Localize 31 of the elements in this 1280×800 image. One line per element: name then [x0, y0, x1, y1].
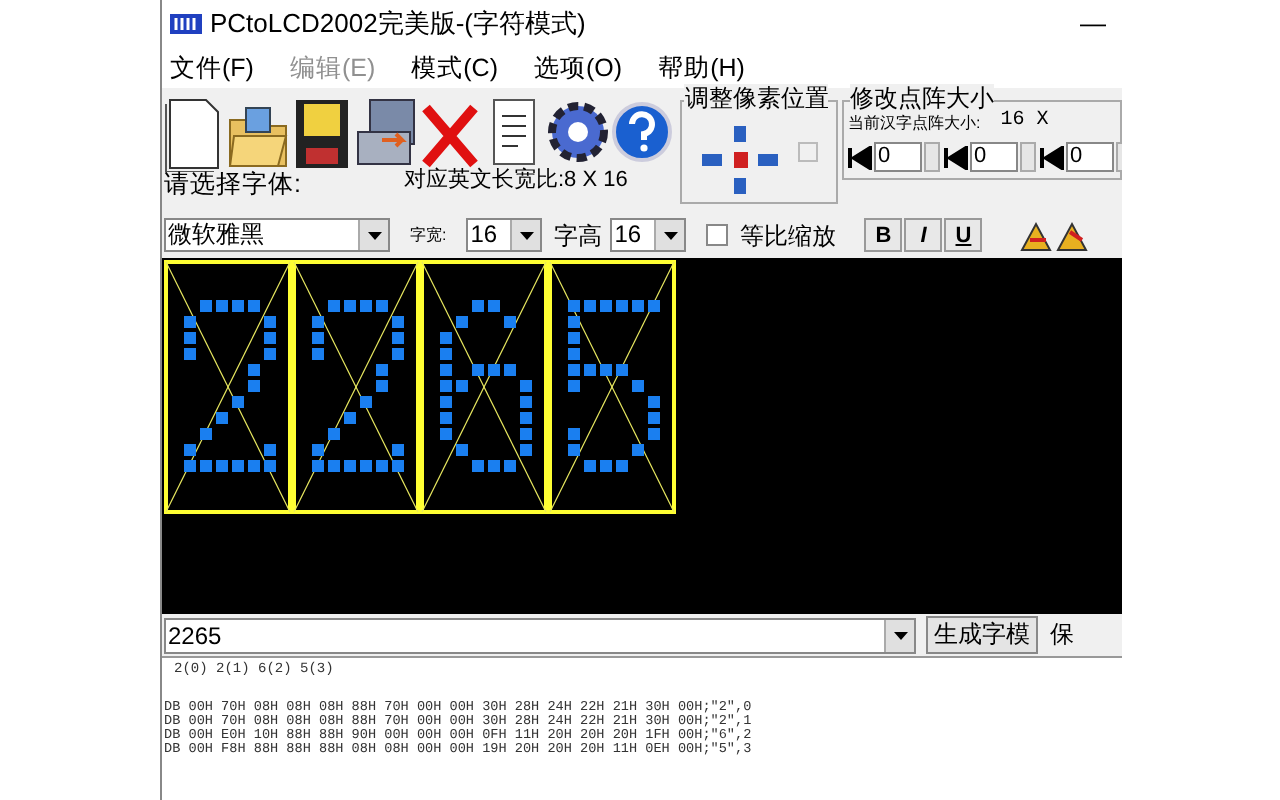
ratio-label: 对应英文长宽比:8 X 16: [404, 168, 628, 192]
text-input-field[interactable]: 2265: [164, 617, 916, 653]
char-height-select[interactable]: 16: [610, 218, 687, 252]
minimize-button[interactable]: —: [1080, 4, 1114, 44]
spinner-field[interactable]: 0: [874, 142, 922, 172]
matrix-size-label: 当前汉字点阵大小:: [848, 113, 981, 131]
char-width-select[interactable]: 16: [466, 218, 543, 252]
font-style-button[interactable]: U: [944, 218, 983, 252]
char-width-label: 字宽:: [410, 223, 447, 247]
menu-item[interactable]: 模式(C): [411, 49, 498, 87]
window-title: PCtoLCD2002完美版-(字符模式): [210, 6, 586, 43]
font-label: 请选择字体:: [164, 170, 303, 198]
group-title: 调整像素位置: [684, 84, 829, 112]
menu-item[interactable]: 帮助(H): [658, 49, 745, 87]
menu-item[interactable]: 文件(F): [170, 49, 254, 87]
align-icon[interactable]: [1040, 145, 1064, 169]
spinner-field[interactable]: 0: [970, 142, 1018, 172]
matrix-size-value: 16 X: [1000, 112, 1049, 132]
spinner-field[interactable]: 0: [1066, 142, 1114, 172]
align-icon[interactable]: [944, 145, 968, 169]
proportional-label: 等比缩放: [740, 219, 837, 253]
font-style-button[interactable]: I: [904, 218, 943, 252]
font-select[interactable]: 微软雅黑: [164, 218, 390, 252]
char-height-label: 字高: [554, 219, 603, 253]
generate-button[interactable]: 生成字模: [926, 616, 1038, 654]
group-title: 修改点阵大小: [850, 84, 994, 112]
proportional-checkbox[interactable]: [706, 224, 729, 246]
app-logo-icon: [170, 10, 202, 38]
font-style-button[interactable]: B: [864, 218, 903, 252]
menu-item[interactable]: 选项(O): [534, 49, 623, 87]
align-icon[interactable]: [848, 145, 872, 169]
